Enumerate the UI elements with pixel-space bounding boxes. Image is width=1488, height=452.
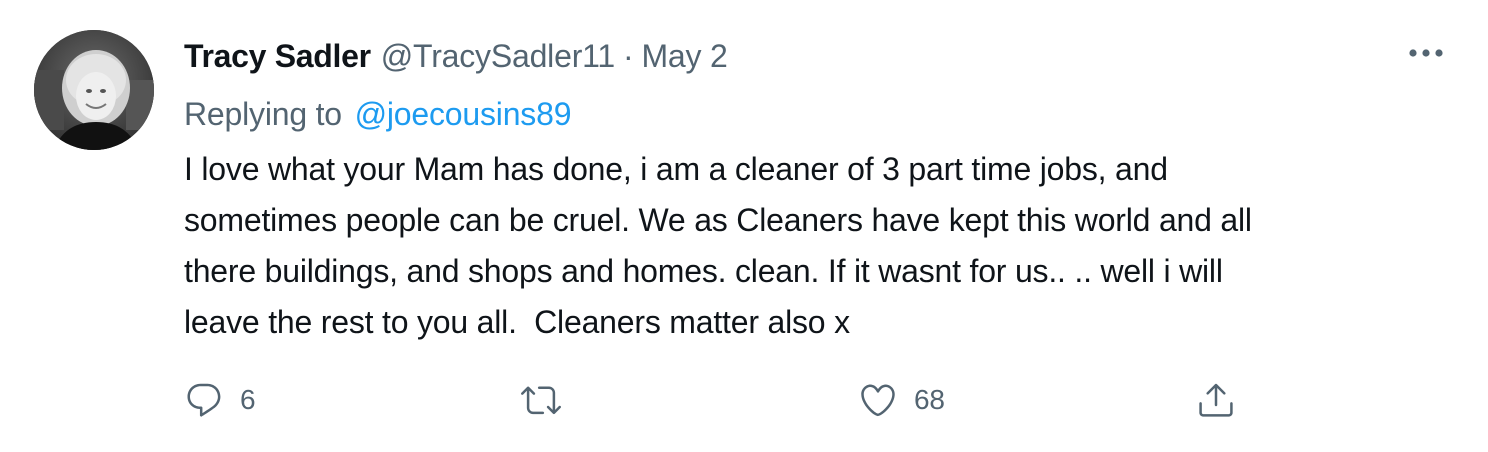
like-button[interactable]: 68 xyxy=(856,372,945,428)
share-button[interactable] xyxy=(1194,372,1252,428)
comment-icon xyxy=(182,378,226,422)
retweet-button[interactable] xyxy=(519,372,577,428)
profile-photo-icon xyxy=(34,30,154,150)
replying-to: Replying to @joecousins89 xyxy=(184,92,571,136)
tweet-card[interactable]: Tracy Sadler @TracySadler11 · May 2 Repl… xyxy=(0,0,1488,452)
share-icon xyxy=(1194,378,1238,422)
ellipsis-icon xyxy=(1409,49,1443,57)
tweet-text: I love what your Mam has done, i am a cl… xyxy=(184,151,1252,340)
more-options-button[interactable] xyxy=(1404,40,1448,66)
author-handle[interactable]: @TracySadler11 xyxy=(381,34,615,78)
tweet-actions: 6 68 xyxy=(0,372,1488,428)
tweet-date[interactable]: May 2 xyxy=(641,34,727,78)
avatar[interactable] xyxy=(34,30,154,150)
reply-count: 6 xyxy=(240,384,256,415)
like-count: 68 xyxy=(914,384,945,415)
heart-icon xyxy=(856,378,900,422)
reply-button[interactable]: 6 xyxy=(182,372,256,428)
retweet-icon xyxy=(519,378,563,422)
replying-prefix: Replying to xyxy=(184,96,342,132)
separator-dot: · xyxy=(622,38,634,74)
author-name[interactable]: Tracy Sadler xyxy=(184,34,371,78)
tweet-header: Tracy Sadler @TracySadler11 · May 2 xyxy=(184,34,728,78)
reply-mention-link[interactable]: @joecousins89 xyxy=(355,96,572,132)
